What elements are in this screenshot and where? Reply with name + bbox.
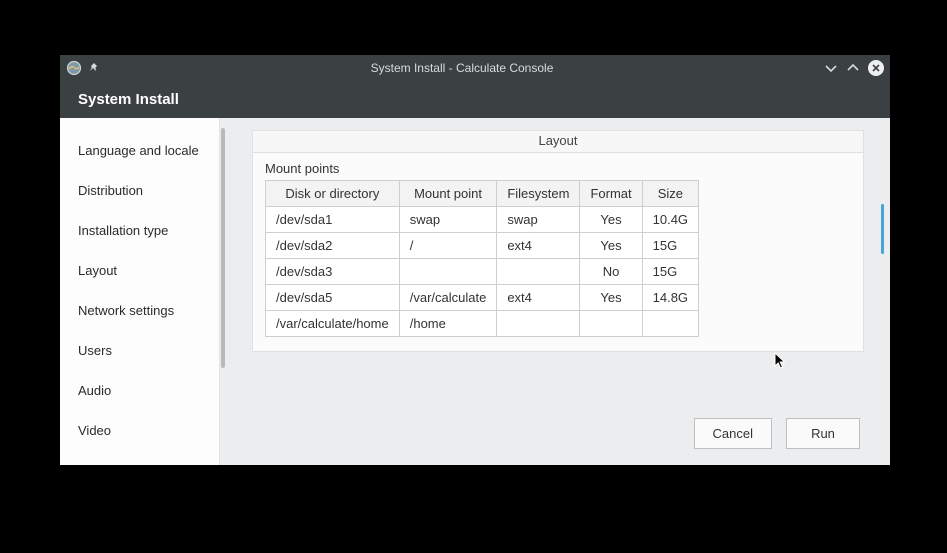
- sidebar-item-video[interactable]: Video: [60, 410, 219, 450]
- sidebar-item-layout[interactable]: Layout: [60, 250, 219, 290]
- cell-disk: /dev/sda2: [266, 233, 400, 259]
- cell-fs: ext4: [497, 233, 580, 259]
- panel-box: Mount points Disk or directory Mount poi…: [252, 152, 864, 352]
- cell-mount: /: [399, 233, 497, 259]
- scrollbar-thumb[interactable]: [221, 128, 225, 368]
- sidebar-item-label: Language and locale: [78, 143, 199, 158]
- cell-mount: /var/calculate: [399, 285, 497, 311]
- cell-mount: /home: [399, 311, 497, 337]
- cell-fs: [497, 259, 580, 285]
- window-title: System Install - Calculate Console: [100, 61, 824, 75]
- table-row[interactable]: /var/calculate/home /home: [266, 311, 699, 337]
- content-scrollbar[interactable]: [881, 204, 884, 254]
- table-row[interactable]: /dev/sda3 No 15G: [266, 259, 699, 285]
- mount-points-table: Disk or directory Mount point Filesystem…: [265, 180, 699, 337]
- cell-format: Yes: [580, 285, 642, 311]
- panel-title: Layout: [252, 130, 864, 152]
- sidebar-item-label: Network settings: [78, 303, 174, 318]
- sidebar-item-audio[interactable]: Audio: [60, 370, 219, 410]
- table-header-row: Disk or directory Mount point Filesystem…: [266, 181, 699, 207]
- titlebar: System Install - Calculate Console: [60, 55, 890, 80]
- cell-mount: [399, 259, 497, 285]
- col-mount: Mount point: [399, 181, 497, 207]
- cell-disk: /dev/sda1: [266, 207, 400, 233]
- app-icon: [66, 60, 82, 76]
- cell-size: [642, 311, 698, 337]
- cell-size: 10.4G: [642, 207, 698, 233]
- page-title: System Install: [78, 91, 179, 108]
- cell-disk: /var/calculate/home: [266, 311, 400, 337]
- cell-format: [580, 311, 642, 337]
- button-row: Cancel Run: [252, 408, 864, 455]
- cell-size: 14.8G: [642, 285, 698, 311]
- sidebar-item-label: Distribution: [78, 183, 143, 198]
- cell-format: No: [580, 259, 642, 285]
- sidebar: Language and locale Distribution Install…: [60, 118, 220, 465]
- maximize-icon[interactable]: [846, 61, 860, 75]
- cell-disk: /dev/sda5: [266, 285, 400, 311]
- cancel-button[interactable]: Cancel: [694, 418, 772, 449]
- col-size: Size: [642, 181, 698, 207]
- page-header: System Install: [60, 80, 890, 118]
- col-disk: Disk or directory: [266, 181, 400, 207]
- content-body: Language and locale Distribution Install…: [60, 118, 890, 465]
- sidebar-item-label: Installation type: [78, 223, 168, 238]
- cell-fs: ext4: [497, 285, 580, 311]
- cell-format: Yes: [580, 207, 642, 233]
- pin-icon[interactable]: [88, 62, 100, 74]
- cell-size: 15G: [642, 233, 698, 259]
- cell-fs: [497, 311, 580, 337]
- sidebar-item-distribution[interactable]: Distribution: [60, 170, 219, 210]
- cell-size: 15G: [642, 259, 698, 285]
- sidebar-item-label: Video: [78, 423, 111, 438]
- main-panel: Layout Mount points Disk or directory Mo…: [226, 118, 890, 465]
- col-format: Format: [580, 181, 642, 207]
- sidebar-item-label: Users: [78, 343, 112, 358]
- cell-disk: /dev/sda3: [266, 259, 400, 285]
- sidebar-item-language[interactable]: Language and locale: [60, 130, 219, 170]
- close-icon[interactable]: [868, 60, 884, 76]
- sidebar-item-label: Audio: [78, 383, 111, 398]
- section-label: Mount points: [265, 153, 851, 180]
- app-window: System Install - Calculate Console Syste…: [60, 55, 890, 465]
- run-button[interactable]: Run: [786, 418, 860, 449]
- table-row[interactable]: /dev/sda5 /var/calculate ext4 Yes 14.8G: [266, 285, 699, 311]
- cell-fs: swap: [497, 207, 580, 233]
- sidebar-item-label: Layout: [78, 263, 117, 278]
- sidebar-item-network[interactable]: Network settings: [60, 290, 219, 330]
- col-fs: Filesystem: [497, 181, 580, 207]
- cell-mount: swap: [399, 207, 497, 233]
- table-row[interactable]: /dev/sda1 swap swap Yes 10.4G: [266, 207, 699, 233]
- minimize-icon[interactable]: [824, 61, 838, 75]
- sidebar-item-installation-type[interactable]: Installation type: [60, 210, 219, 250]
- table-row[interactable]: /dev/sda2 / ext4 Yes 15G: [266, 233, 699, 259]
- sidebar-item-users[interactable]: Users: [60, 330, 219, 370]
- cell-format: Yes: [580, 233, 642, 259]
